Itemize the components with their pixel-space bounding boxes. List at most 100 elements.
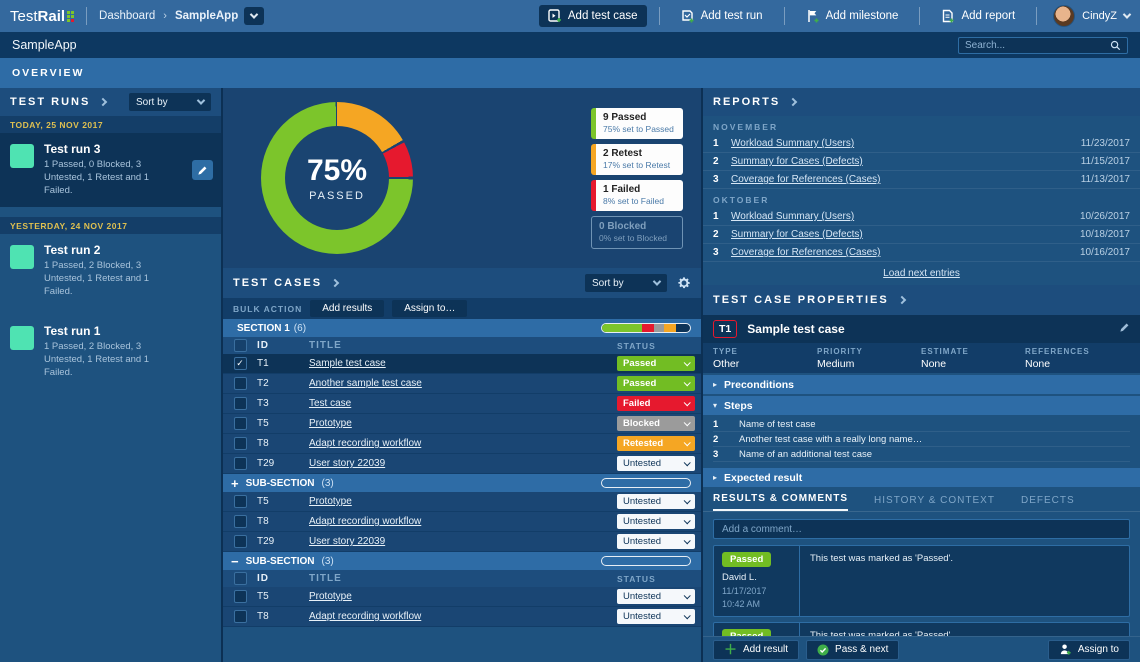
chevron-down-icon [197,96,205,104]
tab-history-context[interactable]: HISTORY & CONTEXT [874,495,995,511]
subsection-header[interactable]: + SUB-SECTION(3) [223,474,701,492]
select-all-checkbox[interactable] [234,572,247,585]
report-link[interactable]: Coverage for References (Cases) [731,247,881,258]
assign-to-button[interactable]: Assign to [1048,640,1130,660]
table-row[interactable]: T8 Adapt recording workflow Retested [223,434,701,454]
status-dropdown[interactable]: Passed [617,356,695,371]
load-next-entries-link[interactable]: Load next entries [883,268,960,279]
status-dropdown[interactable]: Untested [617,514,695,529]
table-row[interactable]: T5 Prototype Blocked [223,414,701,434]
add-report-button[interactable]: Add report [932,5,1024,27]
status-dropdown[interactable]: Untested [617,534,695,549]
pass-and-next-button[interactable]: Pass & next [806,640,899,660]
test-run-item[interactable]: Test run 3 1 Passed, 0 Blocked, 3 Untest… [0,133,221,207]
test-cases-sort-dropdown[interactable]: Sort by [585,274,667,292]
case-link[interactable]: Prototype [309,496,352,507]
table-row[interactable]: ✓ T1 Sample test case Passed [223,354,701,374]
properties-title[interactable]: TEST CASE PROPERTIES [713,294,889,306]
report-link[interactable]: Summary for Cases (Defects) [731,156,863,167]
table-row[interactable]: T29 User story 22039 Untested [223,532,701,552]
status-dropdown[interactable]: Untested [617,609,695,624]
status-dropdown[interactable]: Untested [617,456,695,471]
section-header[interactable]: SECTION 1 (6) [223,319,701,337]
results-list[interactable]: Passed David L. 11/17/2017 10:42 AM This… [703,545,1140,636]
edit-case-icon[interactable] [1119,322,1130,336]
breadcrumb-dashboard[interactable]: Dashboard [99,10,155,22]
status-dropdown[interactable]: Blocked [617,416,695,431]
row-checkbox[interactable] [234,377,247,390]
case-link[interactable]: Sample test case [309,358,386,369]
row-checkbox[interactable] [234,495,247,508]
add-test-run-button[interactable]: Add test run [672,5,772,27]
table-row[interactable]: T2 Another sample test case Passed [223,374,701,394]
table-row[interactable]: T5 Prototype Untested [223,587,701,607]
project-dropdown-button[interactable] [244,7,264,25]
breadcrumb-project[interactable]: SampleApp [175,10,238,22]
legend-retest[interactable]: 2 Retest 17% set to Retest [591,144,683,175]
status-dropdown[interactable]: Untested [617,589,695,604]
report-row: 2 Summary for Cases (Defects) 11/15/2017 [703,153,1140,171]
collapse-minus-icon[interactable]: − [231,555,239,568]
expected-result-toggle[interactable]: ▸ Expected result [703,468,1140,487]
table-row[interactable]: T5 Prototype Untested [223,492,701,512]
search-input[interactable] [965,40,1110,51]
legend-failed[interactable]: 1 Failed 8% set to Failed [591,180,683,211]
report-link[interactable]: Workload Summary (Users) [731,138,854,149]
row-checkbox[interactable]: ✓ [234,357,247,370]
table-row[interactable]: T8 Adapt recording workflow Untested [223,607,701,627]
status-dropdown[interactable]: Passed [617,376,695,391]
case-link[interactable]: Test case [309,398,351,409]
case-link[interactable]: Prototype [309,591,352,602]
expand-plus-icon[interactable]: + [231,477,239,490]
case-link[interactable]: Adapt recording workflow [309,438,421,449]
row-checkbox[interactable] [234,610,247,623]
row-checkbox[interactable] [234,590,247,603]
subsection-header[interactable]: − SUB-SECTION(3) [223,552,701,570]
search-icon[interactable] [1110,40,1121,51]
test-run-item[interactable]: Test run 1 1 Passed, 2 Blocked, 3 Untest… [0,315,221,389]
preconditions-toggle[interactable]: ▸ Preconditions [703,375,1140,394]
tab-defects[interactable]: DEFECTS [1021,495,1075,511]
row-checkbox[interactable] [234,417,247,430]
select-all-checkbox[interactable] [234,339,247,352]
test-runs-sort-dropdown[interactable]: Sort by [129,93,211,111]
steps-toggle[interactable]: ▾ Steps [703,396,1140,415]
add-results-button[interactable]: Add results [310,300,384,317]
case-link[interactable]: Adapt recording workflow [309,516,421,527]
legend-blocked[interactable]: 0 Blocked 0% set to Blocked [591,216,683,249]
add-milestone-button[interactable]: Add milestone [797,5,908,27]
edit-run-button[interactable] [192,160,213,180]
report-link[interactable]: Workload Summary (Users) [731,211,854,222]
test-cases-title[interactable]: TEST CASES [233,277,322,289]
testrail-logo[interactable]: TestRail [10,8,74,25]
status-dropdown[interactable]: Untested [617,494,695,509]
case-link[interactable]: User story 22039 [309,458,385,469]
user-menu[interactable]: CindyZ [1053,5,1130,27]
row-checkbox[interactable] [234,535,247,548]
case-link[interactable]: Another sample test case [309,378,422,389]
table-row[interactable]: T3 Test case Failed [223,394,701,414]
case-link[interactable]: User story 22039 [309,536,385,547]
test-runs-title[interactable]: TEST RUNS [10,96,90,108]
tab-results-comments[interactable]: RESULTS & COMMENTS [713,493,848,511]
add-test-case-button[interactable]: Add test case [539,5,647,27]
add-result-button[interactable]: ＋ Add result [713,640,799,660]
row-checkbox[interactable] [234,397,247,410]
case-link[interactable]: Prototype [309,418,352,429]
status-dropdown[interactable]: Retested [617,436,695,451]
table-row[interactable]: T29 User story 22039 Untested [223,454,701,474]
row-checkbox[interactable] [234,515,247,528]
report-link[interactable]: Coverage for References (Cases) [731,174,881,185]
table-row[interactable]: T8 Adapt recording workflow Untested [223,512,701,532]
status-dropdown[interactable]: Failed [617,396,695,411]
report-link[interactable]: Summary for Cases (Defects) [731,229,863,240]
test-run-item[interactable]: Test run 2 1 Passed, 2 Blocked, 3 Untest… [0,234,221,308]
reports-title[interactable]: REPORTS [713,96,780,108]
legend-passed[interactable]: 9 Passed 75% set to Passed [591,108,683,139]
settings-gear-icon[interactable] [677,276,691,290]
row-checkbox[interactable] [234,437,247,450]
case-link[interactable]: Adapt recording workflow [309,611,421,622]
comment-input[interactable] [713,519,1130,539]
row-checkbox[interactable] [234,457,247,470]
assign-to-button[interactable]: Assign to… [392,300,467,317]
